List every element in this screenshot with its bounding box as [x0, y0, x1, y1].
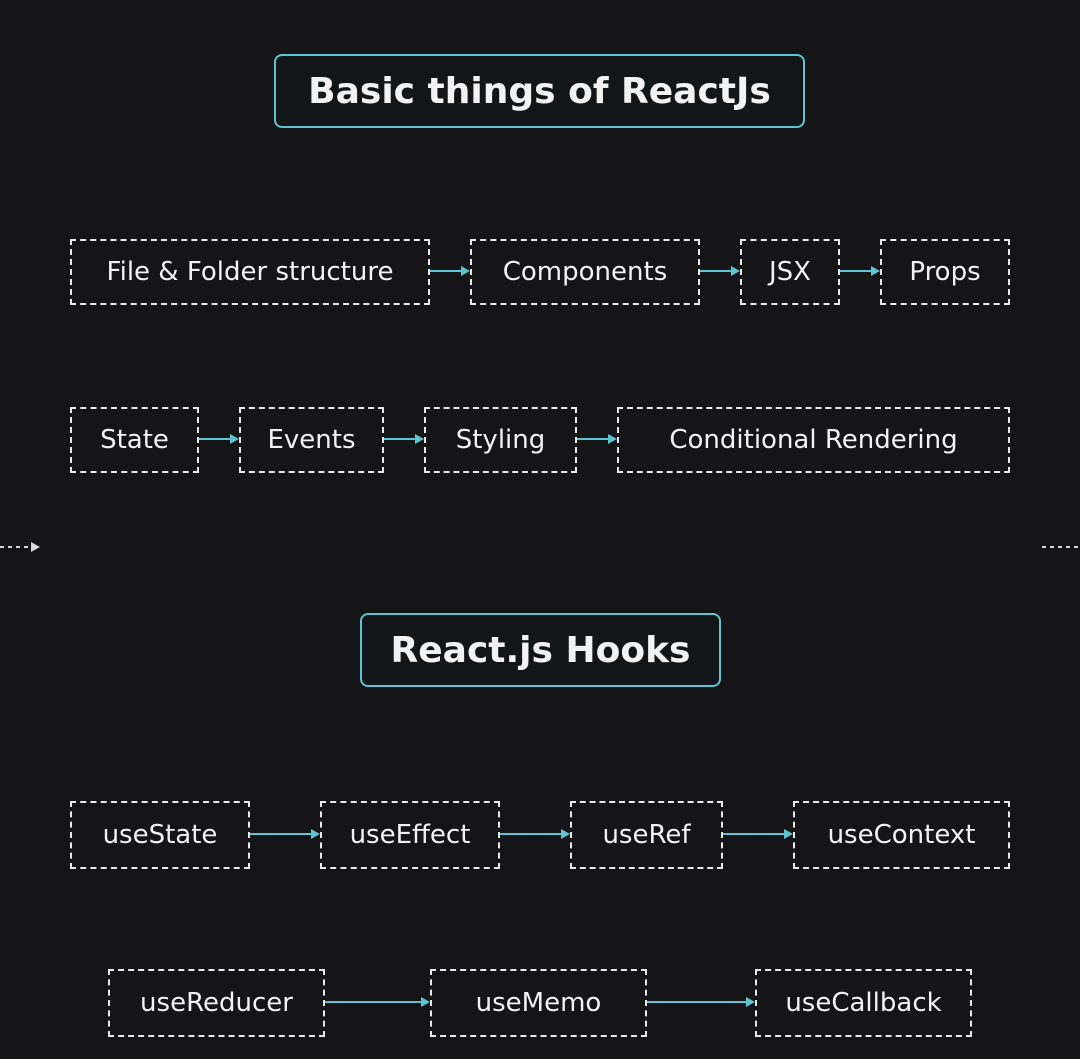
node-styling: Styling: [424, 407, 577, 473]
arrow-useeffect-to-useref: [500, 829, 570, 839]
arrow-events-to-styling: [384, 434, 424, 444]
node-jsx: JSX: [740, 239, 840, 305]
arrow-styling-to-conditional-rendering: [577, 434, 617, 444]
node-conditional-rendering: Conditional Rendering: [617, 407, 1010, 473]
node-components: Components: [470, 239, 700, 305]
arrow-components-to-jsx: [700, 266, 740, 276]
node-state: State: [70, 407, 199, 473]
node-props: Props: [880, 239, 1010, 305]
node-usereducer: useReducer: [108, 969, 325, 1037]
node-useeffect: useEffect: [320, 801, 500, 869]
node-events: Events: [239, 407, 384, 473]
section-divider-left: [0, 542, 40, 552]
arrow-state-to-events: [199, 434, 239, 444]
section-title-basics: Basic things of ReactJs: [274, 54, 805, 128]
node-file-folder-structure: File & Folder structure: [70, 239, 430, 305]
arrow-file-folder-to-components: [430, 266, 470, 276]
node-usestate: useState: [70, 801, 250, 869]
node-useref: useRef: [570, 801, 723, 869]
arrow-usestate-to-useeffect: [250, 829, 320, 839]
section-title-hooks: React.js Hooks: [360, 613, 721, 687]
arrow-usememo-to-usecallback: [647, 997, 755, 1007]
connector-layer: [0, 266, 1080, 1007]
arrow-usereducer-to-usememo: [325, 997, 430, 1007]
node-usecallback: useCallback: [755, 969, 972, 1037]
node-usecontext: useContext: [793, 801, 1010, 869]
arrow-useref-to-usecontext: [723, 829, 793, 839]
arrow-jsx-to-props: [840, 266, 880, 276]
node-usememo: useMemo: [430, 969, 647, 1037]
